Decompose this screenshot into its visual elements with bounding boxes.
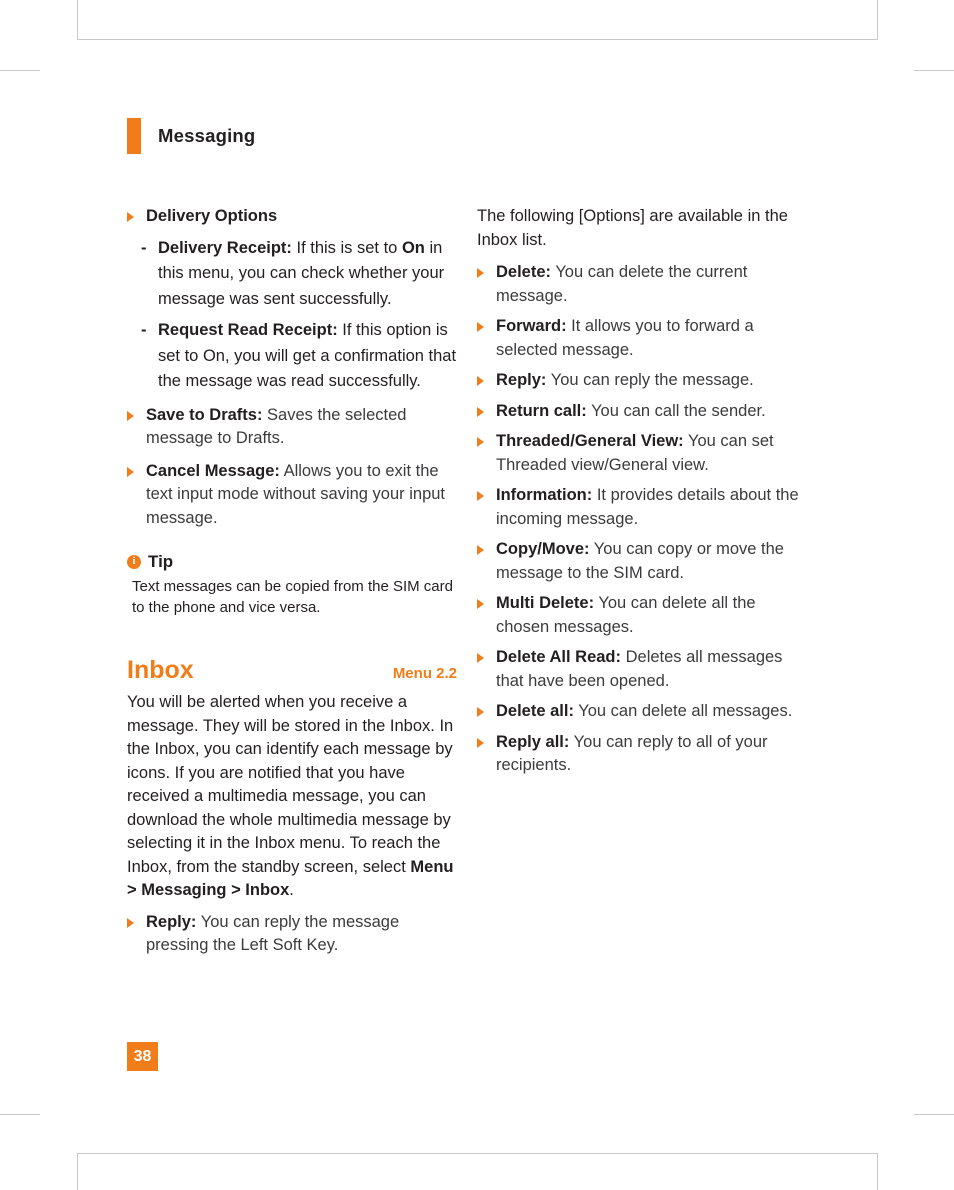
list-item-delete: Delete: You can delete the current messa… <box>477 261 807 308</box>
crop-mark-bottom-horizontal <box>77 1153 878 1154</box>
triangle-bullet-icon <box>127 466 134 477</box>
list-item-reply: Reply: You can reply the message. <box>477 369 807 393</box>
list-item-text: You can reply the message. <box>546 371 754 389</box>
header-accent-bar <box>127 118 141 154</box>
list-item-term: Cancel Message: <box>146 461 280 480</box>
list-item-delete-all-read: Delete All Read: Deletes all messages th… <box>477 646 807 693</box>
list-item-term: Delete all: <box>496 702 574 720</box>
triangle-bullet-icon <box>477 599 484 609</box>
section-paragraph-part2: . <box>289 881 294 899</box>
list-item-reply-all: Reply all: You can reply to all of your … <box>477 731 807 778</box>
list-item-text-before: If this is set to <box>291 238 402 257</box>
list-item-delete-all: Delete all: You can delete all messages. <box>477 700 807 724</box>
section-title: Inbox <box>127 656 194 684</box>
triangle-bullet-icon <box>477 437 484 447</box>
crop-mark-top-right-vertical <box>877 0 878 40</box>
triangle-bullet-icon <box>477 376 484 386</box>
crop-mark-top-left-vertical <box>77 0 78 40</box>
list-item-term: Multi Delete: <box>496 594 595 612</box>
list-item-term: Information: <box>496 486 593 504</box>
crop-mark-bottom-left-vertical <box>77 1153 78 1190</box>
list-item-term: Reply all: <box>496 732 570 751</box>
triangle-bullet-icon <box>477 406 484 417</box>
list-item-term: Save to Drafts: <box>146 405 263 424</box>
section-header-inbox: Inbox Menu 2.2 <box>127 656 457 685</box>
list-item-copy-move: Copy/Move: You can copy or move the mess… <box>477 538 807 585</box>
section-paragraph: You will be alerted when you receive a m… <box>127 691 457 903</box>
triangle-bullet-icon <box>477 653 484 663</box>
list-item-term: Delivery Options <box>146 207 278 225</box>
options-intro-paragraph: The following [Options] are available in… <box>477 207 788 249</box>
list-item-request-read-receipt: - Request Read Receipt: If this option i… <box>127 318 457 395</box>
triangle-bullet-icon <box>477 322 484 332</box>
list-item-threaded-general-view: Threaded/General View: You can set Threa… <box>477 430 807 477</box>
list-item-cancel-message: Cancel Message: Allows you to exit the t… <box>127 460 457 531</box>
list-item-bold-value: On <box>401 238 425 257</box>
page-title: Messaging <box>158 125 256 146</box>
list-item-delivery-receipt: - Delivery Receipt: If this is set to On… <box>127 236 457 313</box>
list-item-forward: Forward: It allows you to forward a sele… <box>477 315 807 362</box>
section-menu-reference: Menu 2.2 <box>392 665 457 682</box>
list-item-term: Copy/Move: <box>496 540 590 558</box>
list-item-term: Request Read Receipt: <box>158 321 338 339</box>
right-column: The following [Options] are available in… <box>477 205 807 785</box>
triangle-bullet-icon <box>477 707 484 717</box>
triangle-bullet-icon <box>477 268 484 278</box>
info-icon: i <box>127 555 141 569</box>
tip-title: Tip <box>148 552 174 571</box>
list-item-save-to-drafts: Save to Drafts: Saves the selected messa… <box>127 404 457 451</box>
list-item-term: Forward: <box>496 317 567 335</box>
list-item-text: You can delete all messages. <box>573 702 793 720</box>
tip-header: i Tip <box>127 552 457 572</box>
list-item-delivery-options: Delivery Options <box>127 205 457 229</box>
triangle-bullet-icon <box>477 545 484 555</box>
crop-mark-bottom-right-vertical <box>877 1153 878 1190</box>
list-item-text: You can call the sender. <box>586 401 766 420</box>
page-header: Messaging <box>127 118 255 154</box>
list-item-reply: Reply: You can reply the message pressin… <box>127 911 457 958</box>
section-paragraph-part1: You will be alerted when you receive a m… <box>127 693 454 876</box>
list-item-term: Threaded/General View: <box>496 432 684 450</box>
crop-mark-left-upper <box>0 70 40 71</box>
triangle-bullet-icon <box>127 917 134 928</box>
crop-mark-right-upper <box>914 70 954 71</box>
list-item-term: Return call: <box>496 401 587 420</box>
triangle-bullet-icon <box>477 491 484 501</box>
list-item-multi-delete: Multi Delete: You can delete all the cho… <box>477 592 807 639</box>
crop-mark-right-lower <box>914 1114 954 1115</box>
list-item-term: Delivery Receipt: <box>158 238 292 257</box>
crop-mark-left-lower <box>0 1114 40 1115</box>
crop-mark-top-horizontal <box>77 39 878 40</box>
triangle-bullet-icon <box>477 737 484 748</box>
dash-bullet-icon: - <box>141 238 147 257</box>
triangle-bullet-icon <box>127 410 134 421</box>
list-item-information: Information: It provides details about t… <box>477 484 807 531</box>
left-column: Delivery Options - Delivery Receipt: If … <box>127 205 457 965</box>
list-item-return-call: Return call: You can call the sender. <box>477 400 807 424</box>
page-number-badge: 38 <box>127 1042 158 1071</box>
tip-body-text: Text messages can be copied from the SIM… <box>132 578 453 616</box>
tip-box: i Tip Text messages can be copied from t… <box>127 552 457 618</box>
triangle-bullet-icon <box>127 212 134 222</box>
list-item-term: Delete All Read: <box>496 648 622 666</box>
list-item-term: Delete: <box>496 263 552 281</box>
list-item-term: Reply: <box>496 371 547 389</box>
dash-bullet-icon: - <box>141 321 147 339</box>
list-item-term: Reply: <box>146 912 197 931</box>
